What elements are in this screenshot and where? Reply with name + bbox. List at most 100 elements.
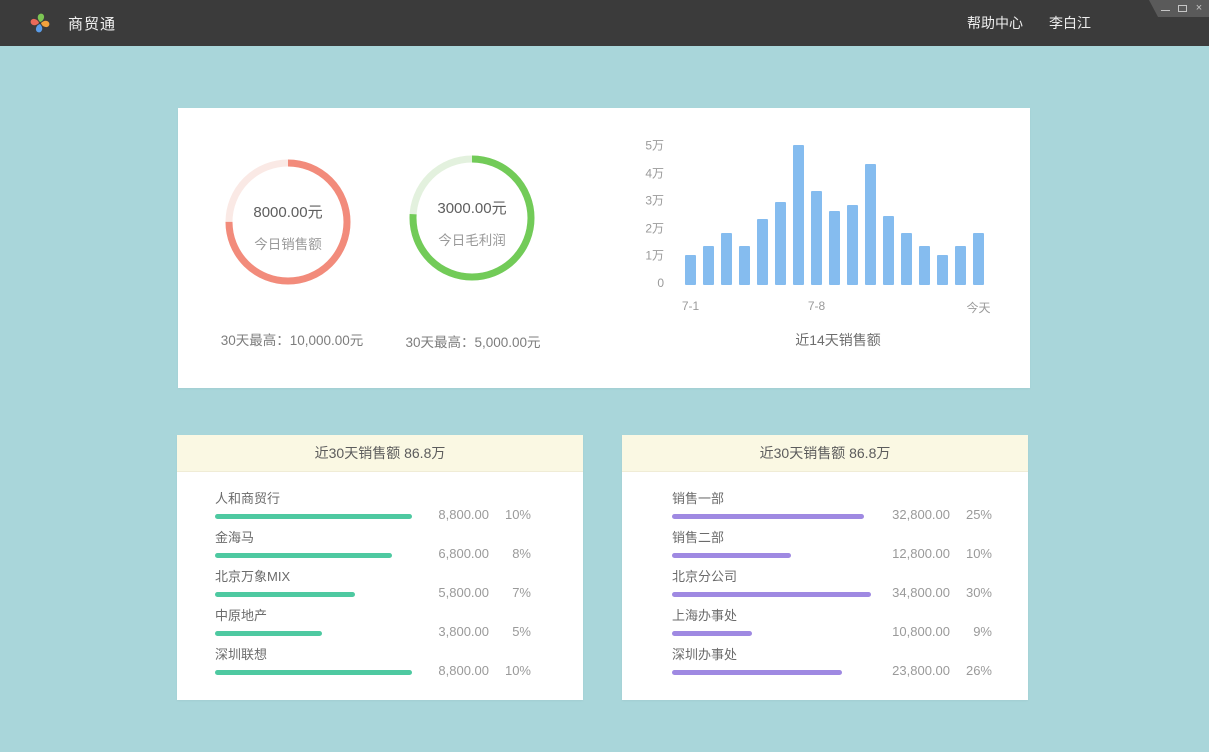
y-axis: 5万 4万 3万 2万 1万 0 bbox=[638, 136, 664, 296]
close-icon: × bbox=[1196, 3, 1202, 14]
rank-item-amount: 32,800.00 bbox=[892, 507, 950, 522]
list-item: 中原地产3,800.005% bbox=[215, 606, 531, 645]
list-item: 北京万象MIX5,800.007% bbox=[215, 567, 531, 606]
today-profit-gauge: 3000.00元 今日毛利润 bbox=[408, 154, 536, 282]
rank-item-bar bbox=[215, 553, 392, 558]
daily-sales-bars bbox=[685, 144, 991, 285]
sales-bar bbox=[883, 216, 894, 285]
sales-bar bbox=[901, 233, 912, 285]
department-rank-list: 销售一部32,800.0025%销售二部12,800.0010%北京分公司34,… bbox=[622, 472, 1028, 684]
rank-item-amount: 8,800.00 bbox=[438, 663, 489, 678]
maximize-icon bbox=[1178, 5, 1187, 12]
customer-rank-list: 人和商贸行8,800.0010%金海马6,800.008%北京万象MIX5,80… bbox=[177, 472, 583, 684]
rank-item-percent: 8% bbox=[489, 546, 531, 561]
list-item: 深圳联想8,800.0010% bbox=[215, 645, 531, 684]
department-rank-card: 近30天销售额 86.8万 销售一部32,800.0025%销售二部12,800… bbox=[622, 435, 1028, 700]
department-rank-title: 近30天销售额 86.8万 bbox=[622, 435, 1028, 472]
profit-30day-max: 30天最高：5,000.00元 bbox=[353, 331, 593, 351]
sales-bar bbox=[865, 164, 876, 285]
sales-bar bbox=[793, 145, 804, 285]
sales-bar bbox=[685, 255, 696, 285]
list-item: 人和商贸行8,800.0010% bbox=[215, 489, 531, 528]
today-sales-value: 8000.00元 bbox=[253, 201, 322, 222]
x-axis: 7-17-8今天 bbox=[685, 299, 991, 315]
pinwheel-logo-icon bbox=[28, 11, 52, 35]
rank-item-bar bbox=[672, 670, 842, 675]
rank-item-percent: 7% bbox=[489, 585, 531, 600]
rank-item-percent: 30% bbox=[950, 585, 992, 600]
rank-item-percent: 10% bbox=[489, 663, 531, 678]
y-axis-label: 1万 bbox=[645, 247, 664, 264]
customer-rank-title: 近30天销售额 86.8万 bbox=[177, 435, 583, 472]
sales-bar bbox=[847, 205, 858, 285]
rank-item-name: 上海办事处 bbox=[672, 605, 892, 624]
rank-item-amount: 23,800.00 bbox=[892, 663, 950, 678]
y-axis-label: 5万 bbox=[645, 137, 664, 154]
x-axis-label: 7-1 bbox=[682, 299, 699, 313]
rank-item-name: 深圳办事处 bbox=[672, 644, 892, 663]
sales-bar bbox=[739, 246, 750, 285]
rank-item-percent: 25% bbox=[950, 507, 992, 522]
rank-item-amount: 5,800.00 bbox=[438, 585, 489, 600]
rank-item-name: 中原地产 bbox=[215, 605, 438, 624]
user-name-link[interactable]: 李白江 bbox=[1049, 13, 1091, 33]
sales-bar bbox=[937, 255, 948, 285]
y-axis-label: 0 bbox=[657, 276, 664, 290]
rank-item-amount: 10,800.00 bbox=[892, 624, 950, 639]
rank-item-amount: 34,800.00 bbox=[892, 585, 950, 600]
rank-item-bar bbox=[672, 631, 752, 636]
daily-sales-chart: 5万 4万 3万 2万 1万 0 7-17-8今天 近14天销售额 bbox=[638, 136, 1010, 351]
y-axis-label: 3万 bbox=[645, 192, 664, 209]
sales-bar bbox=[919, 246, 930, 285]
sales-bar bbox=[775, 202, 786, 285]
sales-bar bbox=[829, 211, 840, 285]
rank-item-amount: 6,800.00 bbox=[438, 546, 489, 561]
minimize-button[interactable] bbox=[1161, 3, 1170, 14]
sales-bar bbox=[703, 246, 714, 285]
rank-item-percent: 10% bbox=[950, 546, 992, 561]
window-controls: × bbox=[1149, 0, 1209, 17]
overview-card: 8000.00元 今日销售额 30天最高：10,000.00元 3000.00元… bbox=[178, 108, 1030, 388]
rank-item-name: 深圳联想 bbox=[215, 644, 438, 663]
rank-item-name: 人和商贸行 bbox=[215, 488, 438, 507]
rank-item-bar bbox=[215, 592, 355, 597]
sales-bar bbox=[721, 233, 732, 285]
rank-item-name: 北京分公司 bbox=[672, 566, 892, 585]
maximize-button[interactable] bbox=[1178, 3, 1187, 14]
x-axis-label: 今天 bbox=[966, 299, 990, 316]
titlebar-nav: 帮助中心 李白江 bbox=[967, 13, 1091, 33]
today-profit-label: 今日毛利润 bbox=[438, 229, 506, 249]
today-sales-gauge: 8000.00元 今日销售额 bbox=[224, 158, 352, 286]
list-item: 深圳办事处23,800.0026% bbox=[672, 645, 992, 684]
rank-item-bar bbox=[215, 514, 412, 519]
rank-item-amount: 3,800.00 bbox=[438, 624, 489, 639]
help-center-link[interactable]: 帮助中心 bbox=[967, 13, 1023, 33]
rank-item-percent: 26% bbox=[950, 663, 992, 678]
close-button[interactable]: × bbox=[1195, 3, 1203, 14]
today-profit-value: 3000.00元 bbox=[437, 197, 506, 218]
rank-item-bar bbox=[672, 553, 791, 558]
rank-item-name: 北京万象MIX bbox=[215, 566, 438, 585]
rank-item-percent: 9% bbox=[950, 624, 992, 639]
rank-item-percent: 5% bbox=[489, 624, 531, 639]
titlebar: 商贸通 帮助中心 李白江 × bbox=[0, 0, 1209, 46]
y-axis-label: 2万 bbox=[645, 219, 664, 236]
list-item: 销售二部12,800.0010% bbox=[672, 528, 992, 567]
rank-item-bar bbox=[672, 514, 864, 519]
list-item: 北京分公司34,800.0030% bbox=[672, 567, 992, 606]
sales-bar bbox=[973, 233, 984, 285]
rank-item-percent: 10% bbox=[489, 507, 531, 522]
sales-bar bbox=[757, 219, 768, 285]
app-title: 商贸通 bbox=[68, 13, 116, 34]
rank-item-name: 金海马 bbox=[215, 527, 438, 546]
minimize-icon bbox=[1161, 10, 1170, 11]
rank-item-name: 销售一部 bbox=[672, 488, 892, 507]
rank-item-amount: 12,800.00 bbox=[892, 546, 950, 561]
list-item: 金海马6,800.008% bbox=[215, 528, 531, 567]
rank-item-name: 销售二部 bbox=[672, 527, 892, 546]
list-item: 销售一部32,800.0025% bbox=[672, 489, 992, 528]
daily-sales-chart-title: 近14天销售额 bbox=[685, 330, 991, 350]
rank-item-amount: 8,800.00 bbox=[438, 507, 489, 522]
today-sales-label: 今日销售额 bbox=[254, 233, 322, 253]
y-axis-label: 4万 bbox=[645, 164, 664, 181]
